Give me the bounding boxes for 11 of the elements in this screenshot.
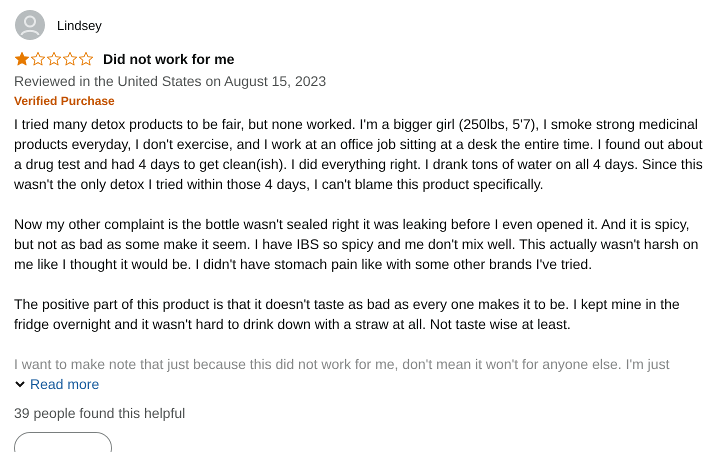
review-date: Reviewed in the United States on August 15, 2023 [14,72,328,91]
verified-purchase-label: Verified Purchase [14,93,116,110]
review-paragraph: I tried many detox products to be fair, but none worked. I'm a bigger girl (250lbs, 5'7), I smoke strong medicinal products everyday, I don't exercise, and I work at an office job sitting at a desk the entire time. I found out about a drug test and had 4 days to get clean(ish). I did everything right. I drank tons of water on all 4 days. Since this wasn't the only detox I tried within those 4 days, I can't blame this product specifically. [14,115,704,194]
helpful-count: 39 people found this helpful [14,404,186,423]
reviewer-name: Lindsey [57,18,102,32]
review-paragraph: Now my other complaint is the bottle wasn't sealed right it was leaking before I even opened it. And it is spicy, but not as bad as some make it seem. I have IBS so spicy and me don't mix well. This actually wasn't harsh on me like I thought it would be. I didn't have stomach pain like with some other brands I've tried. [14,215,700,274]
avatar-icon [15,10,45,40]
review-paragraph: The positive part of this product is that it doesn't taste as bad as every one makes it to be. I kept mine in the fridge overnight and it wasn't hard to drink down with a straw at all. Not taste wise at least. [14,295,681,334]
review-paragraph: I want to make note that just because this did not work for me, don't mean it won't for anyone else. I'm just [14,355,670,374]
read-more-link[interactable]: Read more [14,374,100,394]
review-title: Did not work for me [103,50,234,66]
